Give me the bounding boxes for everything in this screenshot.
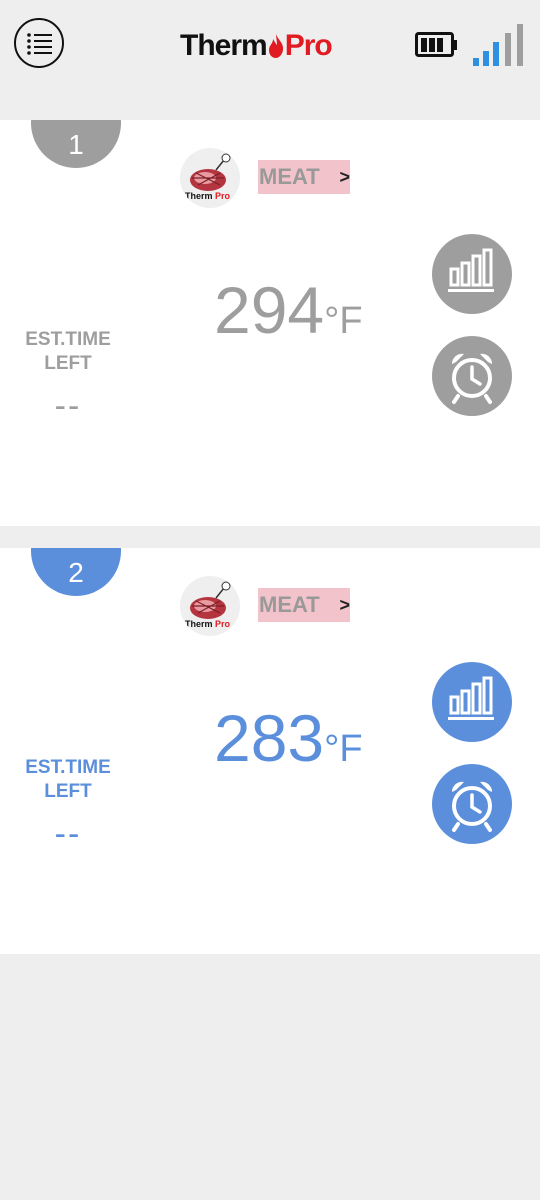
alarm-clock-icon <box>451 353 493 404</box>
meat-icon[interactable]: Therm Pro <box>180 576 240 636</box>
est-time-label: EST.TIME LEFT <box>25 329 111 374</box>
signal-bars-icon <box>473 24 523 66</box>
est-time-value: -- <box>54 815 82 853</box>
alarm-button[interactable] <box>432 336 512 416</box>
bar-chart-icon <box>448 248 494 292</box>
svg-text:Therm: Therm <box>185 619 213 629</box>
battery-icon <box>415 32 457 57</box>
app-header: Therm Pro <box>0 0 540 90</box>
chevron-right-icon: > <box>339 595 350 615</box>
probe-card-1: 1 Therm Pro MEAT > 294°F EST.TIME LEFT -… <box>0 120 540 526</box>
menu-list-icon <box>27 33 52 55</box>
temperature-readout: 283°F <box>214 698 363 789</box>
temperature-unit: °F <box>324 300 363 342</box>
probe-number: 1 <box>68 129 84 160</box>
logo-text-therm: Therm <box>180 29 268 62</box>
food-type-button[interactable]: MEAT > <box>258 588 350 622</box>
alarm-clock-icon <box>451 781 493 832</box>
chevron-right-icon: > <box>339 167 350 187</box>
food-type-label: MEAT <box>259 164 320 189</box>
temperature-value: 294 <box>214 273 325 347</box>
thermopro-logo: Therm Pro <box>180 28 333 64</box>
menu-button[interactable] <box>14 18 64 68</box>
temperature-readout: 294°F <box>214 270 363 361</box>
svg-text:Pro: Pro <box>215 191 231 201</box>
est-time-label: EST.TIME LEFT <box>25 757 111 802</box>
meat-icon[interactable]: Therm Pro <box>180 148 240 208</box>
probe-card-2: 2 Therm Pro MEAT > 283°F EST.TIME LEFT -… <box>0 548 540 954</box>
probe-number: 2 <box>68 557 84 588</box>
chart-button[interactable] <box>432 234 512 314</box>
chart-button[interactable] <box>432 662 512 742</box>
est-time-value: -- <box>54 387 82 425</box>
probe-number-badge: 2 <box>31 548 121 596</box>
logo-text-pro: Pro <box>284 29 333 62</box>
temperature-value: 283 <box>214 701 325 775</box>
temperature-unit: °F <box>324 728 363 770</box>
svg-text:Therm: Therm <box>185 191 213 201</box>
probe-number-badge: 1 <box>31 120 121 168</box>
alarm-button[interactable] <box>432 764 512 844</box>
food-type-label: MEAT <box>259 592 320 617</box>
svg-text:Pro: Pro <box>215 619 231 629</box>
food-type-button[interactable]: MEAT > <box>258 160 350 194</box>
flame-icon <box>268 34 283 58</box>
bar-chart-icon <box>448 676 494 720</box>
